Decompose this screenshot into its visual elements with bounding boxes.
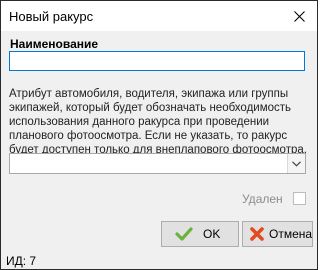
window-title: Новый ракурс [9, 9, 94, 24]
status-bar: ИД: 7 [1, 252, 317, 269]
checkmark-icon [175, 227, 193, 241]
close-icon [293, 10, 305, 22]
close-button[interactable] [281, 1, 317, 31]
name-field[interactable] [9, 51, 305, 71]
attribute-description: Атрибут автомобиля, водителя, экипажа ил… [9, 88, 307, 156]
name-label: Наименование [10, 37, 99, 51]
chevron-down-icon [292, 160, 301, 167]
title-bar: Новый ракурс [1, 1, 317, 31]
attribute-combobox[interactable] [9, 153, 306, 174]
cancel-button-label: Отмена [269, 227, 313, 241]
ok-button-label: OK [203, 227, 221, 241]
name-input[interactable] [10, 52, 304, 70]
record-id-text: ИД: 7 [6, 254, 37, 268]
dialog-window: Новый ракурс Наименование Атрибут автомо… [0, 0, 318, 270]
deleted-checkbox[interactable] [293, 192, 306, 205]
cancel-x-icon [249, 226, 265, 242]
cancel-button[interactable]: Отмена [242, 221, 313, 247]
combobox-dropdown-button[interactable] [287, 154, 305, 173]
deleted-label: Удален [242, 192, 283, 206]
ok-button[interactable]: OK [161, 221, 239, 247]
